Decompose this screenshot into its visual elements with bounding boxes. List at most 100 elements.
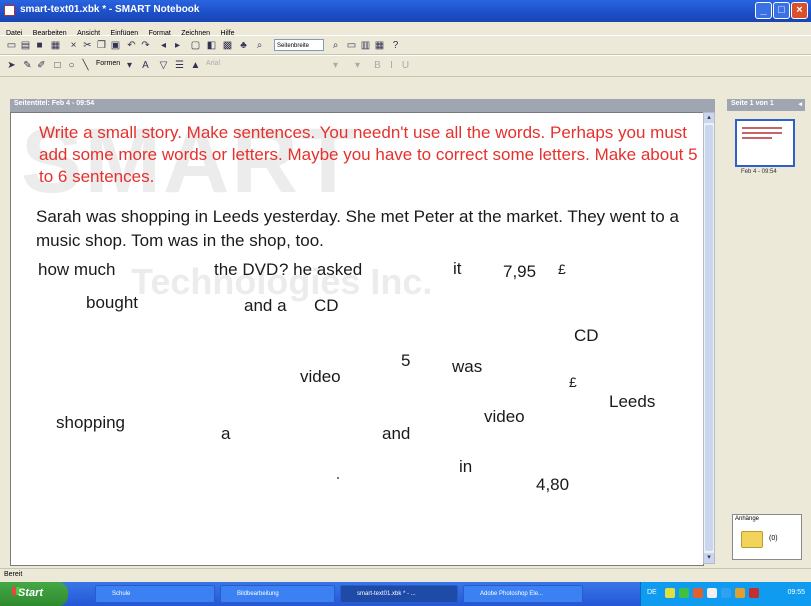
word-cd-2[interactable]: CD [574,326,599,346]
scroll-thumb[interactable] [705,125,713,551]
open-icon[interactable]: ▤ [20,40,31,51]
word-was[interactable]: was [452,357,482,377]
page-count: Seite 1 von 1 [731,100,774,107]
zoom-in-icon[interactable]: ⌕ [330,40,341,51]
taskbar: Start Schule Bildbearbeitung smart-text0… [0,582,811,606]
fill-icon[interactable]: ▽ [158,60,169,71]
paste-icon[interactable]: ▣ [110,40,121,51]
language-indicator[interactable]: DE [647,589,657,596]
word-the-dvd[interactable]: the DVD [214,260,278,280]
page-thumbnail[interactable] [735,119,795,167]
zoom-select[interactable]: Seitenbreite [274,39,324,51]
tray-icon-1[interactable] [665,588,675,598]
print-icon[interactable]: ▦ [50,40,61,51]
taskbar-item-folder-bildbearbeitung[interactable]: Bildbearbeitung [220,585,335,603]
close-button[interactable]: × [791,2,808,19]
select-arrow-icon[interactable]: ➤ [6,60,17,71]
font-select[interactable]: Arial [206,60,220,67]
word-video-1[interactable]: video [300,367,341,387]
word-bought[interactable]: bought [86,293,138,313]
page-scrollbar[interactable]: ▴ ▾ [703,112,715,564]
gallery-icon[interactable]: ♣ [238,40,249,51]
undo-icon[interactable]: ↶ [126,40,137,51]
story-paragraph: Sarah was shopping in Leeds yesterday. S… [36,207,679,250]
tray-icon-7[interactable] [749,588,759,598]
help-icon[interactable]: ? [390,40,401,51]
ellipse-icon[interactable]: ○ [66,60,77,71]
word-a[interactable]: a [221,424,230,444]
redo-icon[interactable]: ↷ [140,40,151,51]
word-shopping[interactable]: shopping [56,413,125,433]
word-cd-1[interactable]: CD [314,296,339,316]
word-pound-2[interactable]: £ [569,374,577,390]
zoom-icon[interactable]: ⌕ [254,40,265,51]
word-five[interactable]: 5 [401,351,410,371]
page-title: Seitentitel: Feb 4 - 09:54 [14,100,95,107]
insert-page-icon[interactable]: ▢ [190,40,201,51]
taskbar-item-smart-notebook[interactable]: smart-text01.xbk * - ... [340,585,458,603]
start-button[interactable]: Start [0,582,68,606]
scroll-down-icon[interactable]: ▾ [704,553,714,563]
whiteboard-page[interactable]: SMART Technologies Inc. Write a small st… [10,112,704,566]
tray-icon-4[interactable] [707,588,717,598]
tray-icon-5[interactable] [721,588,731,598]
screen-shade-icon[interactable]: ◧ [206,40,217,51]
scroll-up-icon[interactable]: ▴ [704,113,714,123]
capture-icon[interactable]: ▩ [222,40,233,51]
taskbar-item-photoshop[interactable]: Adobe Photoshop Ele... [463,585,583,603]
word-video-2[interactable]: video [484,407,525,427]
word-how-much[interactable]: how much [38,260,115,280]
next-page-icon[interactable]: ▸ [172,40,183,51]
thumbnail-label: Feb 4 - 09:54 [741,169,777,175]
clock: 09:55 [787,589,805,596]
window-titlebar[interactable]: smart-text01.xbk * - SMART Notebook _ □ … [0,0,811,22]
tray-icon-2[interactable] [679,588,689,598]
word-price-480[interactable]: 4,80 [536,475,569,495]
word-in[interactable]: in [459,457,472,477]
minimize-button[interactable]: _ [755,2,772,19]
cut-icon[interactable]: ✂ [82,40,93,51]
line-style-icon[interactable]: ☰ [174,60,185,71]
new-page-icon[interactable]: ▭ [6,40,17,51]
font-style-icon[interactable]: ▾ [352,60,363,71]
panel-arrow-icon[interactable]: ◂ [798,100,802,108]
rectangle-icon[interactable]: □ [52,60,63,71]
menu-bar: Datei Bearbeiten Ansicht Einfügen Format… [0,22,811,37]
word-leeds[interactable]: Leeds [609,392,655,412]
copy-icon[interactable]: ❐ [96,40,107,51]
dropdown-arrow-icon[interactable]: ▾ [124,60,135,71]
status-bar: Bereit [0,568,811,583]
word-pound-1[interactable]: £ [558,261,566,277]
previous-page-icon[interactable]: ◂ [158,40,169,51]
tray-icon-6[interactable] [735,588,745,598]
table-icon[interactable]: ▦ [374,40,385,51]
system-tray: DE 09:55 [640,582,811,606]
attachments-panel[interactable]: Anhänge (0) [732,514,802,560]
transparency-icon[interactable]: ▲ [190,60,201,71]
attachments-label: Anhänge [735,516,760,522]
start-label: Start [18,587,44,599]
word-and[interactable]: and [382,424,410,444]
app-icon [4,5,15,16]
text-tool-icon[interactable]: A [140,60,151,71]
line-icon[interactable]: ╲ [80,60,91,71]
dual-page-icon[interactable]: ▥ [360,40,371,51]
delete-icon[interactable]: × [68,40,79,51]
bold-icon[interactable]: B [372,60,383,71]
underline-icon[interactable]: U [400,60,411,71]
save-icon[interactable]: ■ [34,40,45,51]
word-it[interactable]: it [453,259,462,279]
taskbar-item-folder-schule[interactable]: Schule [95,585,215,603]
tray-icon-3[interactable] [693,588,703,598]
italic-icon[interactable]: I [386,60,397,71]
word-price-795[interactable]: 7,95 [503,262,536,282]
folder-icon[interactable] [741,531,763,548]
maximize-button[interactable]: □ [773,2,790,19]
font-size-icon[interactable]: ▾ [330,60,341,71]
word-he-asked[interactable]: ? he asked [279,260,362,280]
full-screen-icon[interactable]: ▭ [346,40,357,51]
shapes-dropdown[interactable]: Formen [96,60,120,67]
pen-icon[interactable]: ✎ [22,60,33,71]
highlighter-icon[interactable]: ✐ [36,60,47,71]
word-and-a[interactable]: and a [244,296,287,316]
